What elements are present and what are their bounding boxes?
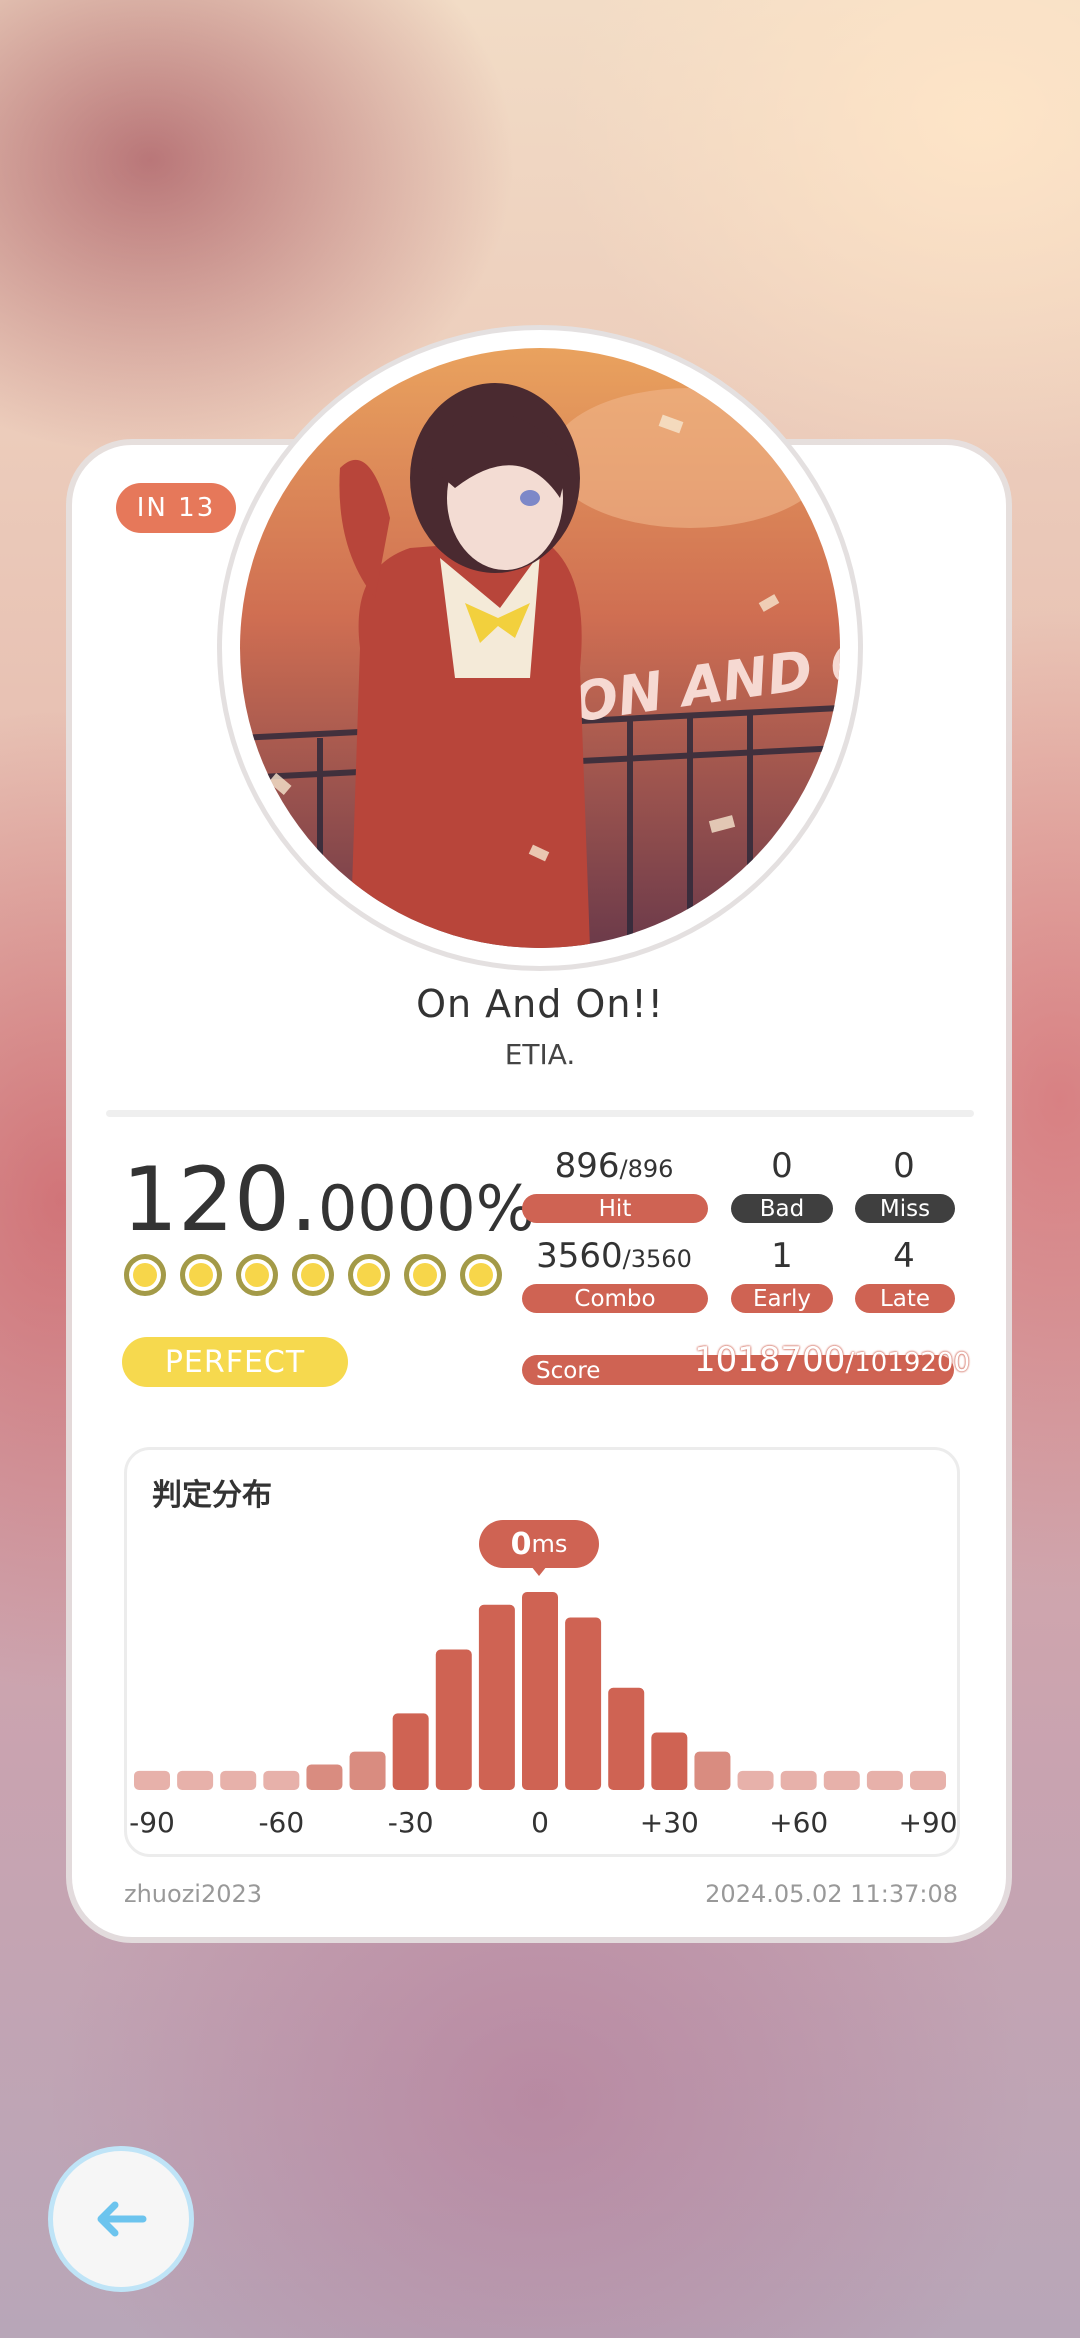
histogram-bar: [220, 1770, 257, 1790]
histogram-bar: [780, 1770, 817, 1790]
histogram-bar: [866, 1770, 903, 1790]
histogram-bar: [694, 1751, 731, 1790]
histogram-bar: [478, 1604, 515, 1790]
histogram-tick-label: -90: [129, 1806, 175, 1839]
histogram-bar: [651, 1732, 688, 1790]
play-timestamp: 2024.05.02 11:37:08: [705, 1880, 958, 1908]
histogram-tick-label: -60: [258, 1806, 304, 1839]
histogram-bar: [910, 1770, 946, 1790]
histogram-bar: [565, 1617, 602, 1790]
histogram-tick-label: -30: [388, 1806, 434, 1839]
judgement-histogram: -90 -60 -30 0 +30 +60 +90: [129, 1592, 958, 1839]
histogram-tick-label: +30: [640, 1806, 699, 1839]
histogram-tick-label: +90: [898, 1806, 957, 1839]
back-button[interactable]: [48, 2146, 194, 2292]
histogram-bar: [177, 1770, 214, 1790]
histogram-bar: [522, 1592, 558, 1790]
histogram-bar: [349, 1751, 386, 1790]
histogram-bar: [823, 1770, 860, 1790]
histogram-bar: [134, 1770, 170, 1790]
histogram-bar: [435, 1649, 472, 1790]
histogram-bar: [306, 1764, 343, 1790]
histogram-bar: [263, 1770, 300, 1790]
player-username: zhuozi2023: [124, 1880, 263, 1908]
histogram-tick-label: 0: [531, 1806, 549, 1839]
histogram-tick-label: +60: [769, 1806, 828, 1839]
histogram-bar: [392, 1713, 429, 1790]
histogram-bar: [737, 1770, 774, 1790]
arrow-left-icon: [97, 2201, 147, 2237]
histogram-bar: [608, 1687, 645, 1790]
